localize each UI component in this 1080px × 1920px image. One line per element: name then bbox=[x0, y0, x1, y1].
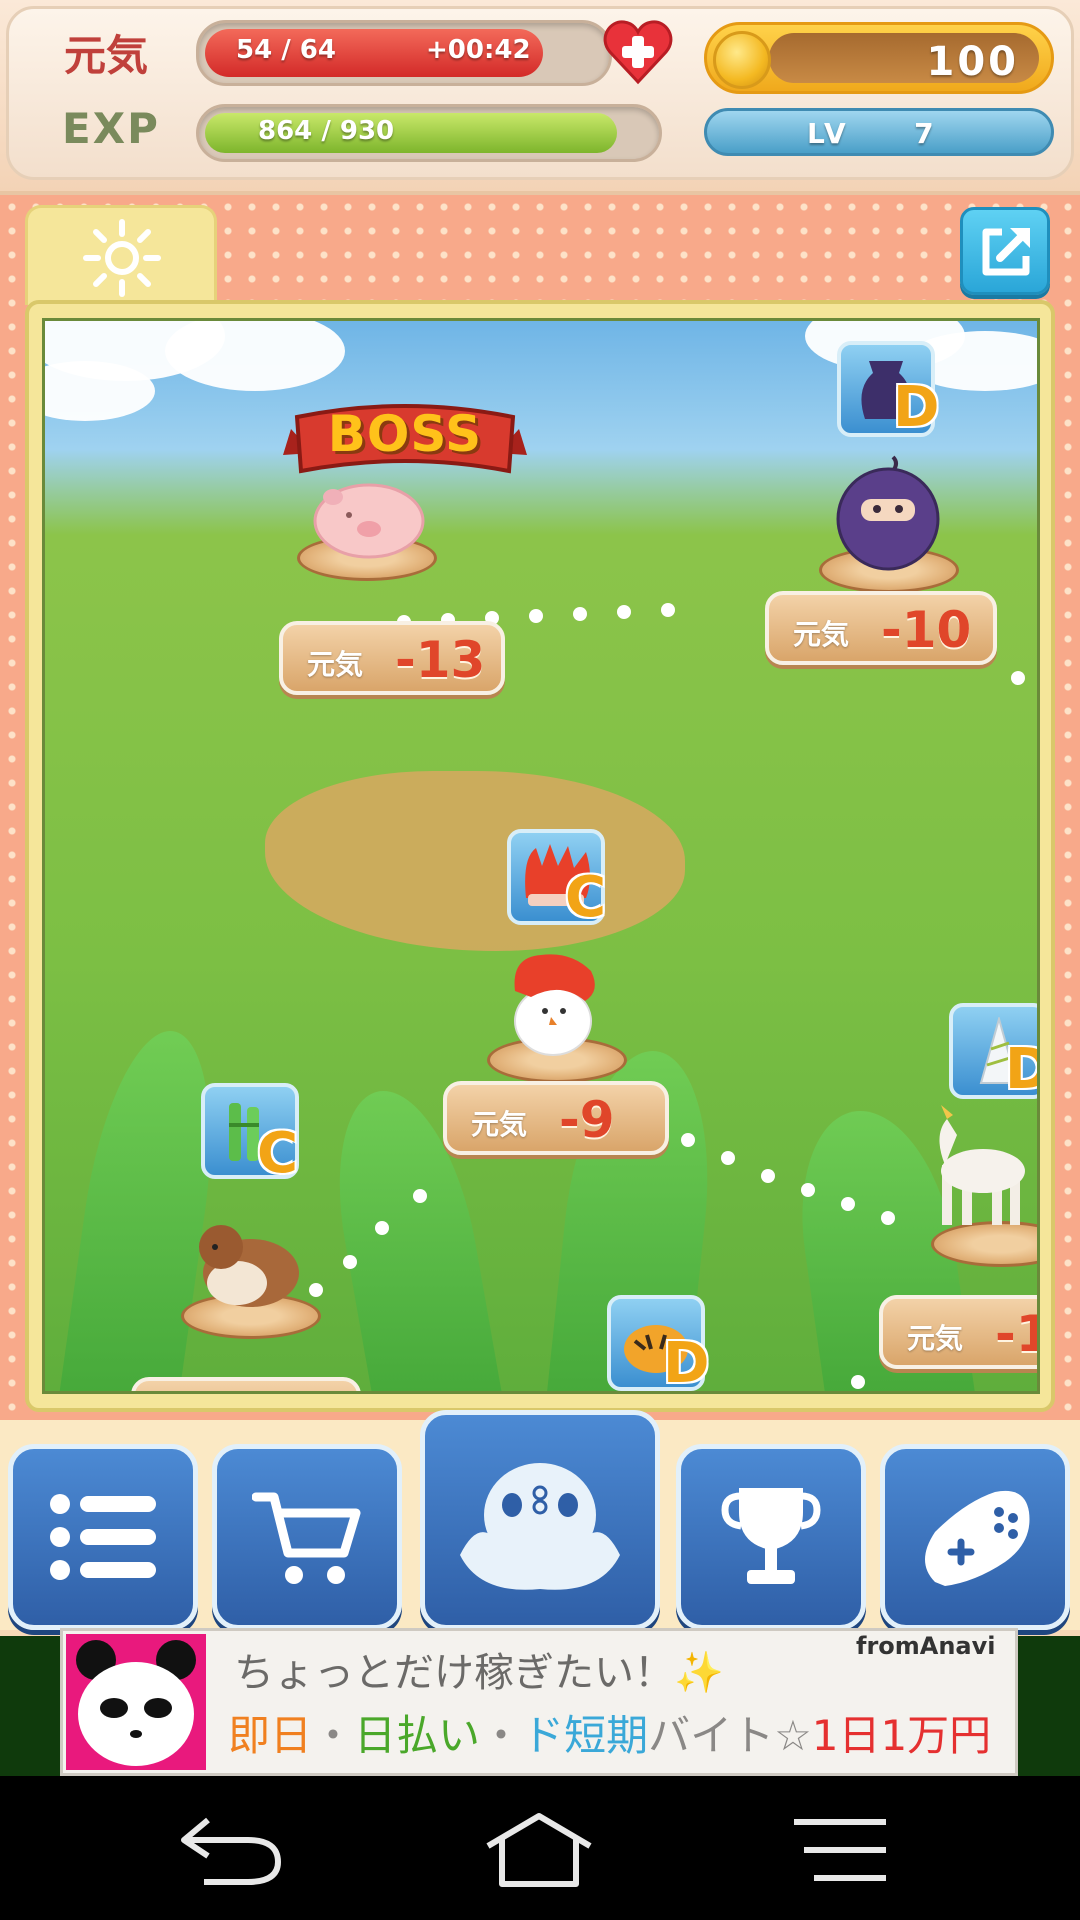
level-value: 7 bbox=[914, 117, 937, 150]
cost-label: 元気 bbox=[907, 1322, 964, 1355]
item-box[interactable]: D bbox=[949, 1003, 1037, 1102]
pig-creature-icon[interactable] bbox=[309, 471, 429, 561]
ad-text-wage: 1日1万円 bbox=[811, 1711, 992, 1760]
menu-list-icon bbox=[50, 1494, 156, 1580]
ad-text-job: バイト☆ bbox=[648, 1711, 812, 1760]
cost-value: -1 bbox=[995, 1305, 1037, 1363]
grade-c: C bbox=[257, 1121, 299, 1186]
path-dot bbox=[1011, 671, 1025, 685]
path-dot bbox=[761, 1169, 775, 1183]
path-dot bbox=[661, 603, 675, 617]
system-back-button[interactable] bbox=[178, 1812, 288, 1888]
coin-icon bbox=[713, 31, 771, 89]
games-button[interactable] bbox=[880, 1444, 1070, 1630]
sun-icon bbox=[83, 219, 161, 297]
shop-button[interactable] bbox=[212, 1444, 402, 1630]
cost-label: 元気 bbox=[471, 1108, 528, 1141]
cost-value: -13 bbox=[395, 631, 486, 689]
trophy-button[interactable] bbox=[676, 1444, 866, 1630]
exp-label: EXP bbox=[62, 104, 160, 153]
ad-panda-image[interactable] bbox=[66, 1634, 206, 1770]
ad-text-sameday: 即日 bbox=[228, 1711, 313, 1760]
level-bar: LV 7 bbox=[704, 108, 1054, 156]
path-dot bbox=[721, 1151, 735, 1165]
grade-d: D bbox=[1005, 1037, 1037, 1102]
weather-tab[interactable] bbox=[25, 205, 217, 305]
exp-value: 864 / 930 bbox=[258, 116, 395, 146]
ad-text-daily-pay: 日払い bbox=[354, 1711, 481, 1760]
shop-cart-icon bbox=[252, 1492, 361, 1584]
cost-label: 元気 bbox=[793, 618, 850, 651]
stage-cost-badge[interactable]: 元気 -10 bbox=[765, 591, 997, 665]
trophy-icon bbox=[721, 1488, 821, 1584]
recent-apps-icon bbox=[794, 1819, 886, 1881]
grade-d: D bbox=[893, 375, 940, 440]
boss-label: BOSS bbox=[327, 405, 483, 463]
ad-headline: ちょっとだけ稼ぎたい！✨ bbox=[234, 1650, 724, 1696]
ad-text-sep: ・ bbox=[312, 1711, 355, 1760]
item-box[interactable]: C bbox=[507, 829, 606, 930]
home-icon bbox=[486, 1813, 592, 1887]
menu-button[interactable] bbox=[8, 1444, 198, 1630]
item-box[interactable]: C bbox=[201, 1083, 299, 1186]
level-text: LV 7 bbox=[807, 117, 937, 150]
path-dot bbox=[343, 1255, 357, 1269]
stage-cost-badge[interactable]: 元気 -1 bbox=[879, 1295, 1037, 1369]
grade-c: C bbox=[565, 865, 607, 930]
chicken-creature-icon[interactable] bbox=[501, 951, 611, 1061]
genki-timer: +00:42 bbox=[426, 35, 531, 65]
cost-value: -10 bbox=[881, 601, 972, 659]
sparrow-creature-icon[interactable] bbox=[191, 1217, 311, 1317]
heart-plus-icon bbox=[603, 20, 673, 85]
panda-icon bbox=[76, 1640, 196, 1766]
system-home-button[interactable] bbox=[484, 1812, 594, 1888]
ad-subline: 即日・日払い・ド短期バイト☆1日1万円 bbox=[228, 1702, 991, 1763]
coin-counter[interactable]: 100 bbox=[704, 22, 1054, 94]
bomb-ninja-creature-icon[interactable] bbox=[833, 453, 943, 573]
dirt-patch bbox=[265, 771, 685, 951]
back-icon bbox=[181, 1817, 282, 1885]
share-button[interactable] bbox=[960, 207, 1050, 295]
heart-plus-button[interactable] bbox=[602, 18, 674, 86]
genki-value: 54 / 64 bbox=[236, 35, 336, 65]
unicorn-creature-icon[interactable] bbox=[927, 1105, 1037, 1235]
ad-brand: fromAnavi bbox=[856, 1632, 996, 1660]
path-dot bbox=[841, 1197, 855, 1211]
share-icon bbox=[982, 228, 1030, 276]
home-button[interactable] bbox=[420, 1410, 660, 1630]
path-dot bbox=[375, 1221, 389, 1235]
system-recent-button[interactable] bbox=[790, 1812, 900, 1888]
gamepad-icon bbox=[925, 1490, 1030, 1586]
path-dot bbox=[573, 607, 587, 621]
path-dot bbox=[681, 1133, 695, 1147]
item-box[interactable]: D bbox=[837, 341, 939, 440]
path-dot bbox=[529, 609, 543, 623]
home-creature-icon bbox=[460, 1463, 620, 1590]
ad-text-sep: ・ bbox=[480, 1711, 523, 1760]
cost-label: 元気 bbox=[307, 648, 364, 681]
stage-cost-badge[interactable]: 元気 -13 bbox=[279, 621, 505, 695]
path-dot bbox=[851, 1375, 865, 1389]
stage-cost-badge-partial[interactable] bbox=[131, 1377, 361, 1391]
stage-map: BOSS 元気 -13 D 元気 -10 C 元気 -9 C 元気 - D bbox=[42, 318, 1040, 1394]
cost-value: -9 bbox=[559, 1091, 615, 1149]
grade-d: D bbox=[663, 1331, 710, 1394]
stage-cost-badge[interactable]: 元気 -9 bbox=[443, 1081, 669, 1155]
level-label: LV bbox=[807, 117, 849, 150]
path-dot bbox=[617, 605, 631, 619]
ad-text-shortterm: ド短期 bbox=[522, 1711, 649, 1760]
coin-value: 100 bbox=[926, 39, 1019, 85]
cloud bbox=[165, 321, 345, 391]
path-dot bbox=[413, 1189, 427, 1203]
path-dot bbox=[881, 1211, 895, 1225]
item-box[interactable]: D bbox=[607, 1295, 709, 1391]
path-dot bbox=[801, 1183, 815, 1197]
genki-label: 元気 bbox=[64, 31, 149, 80]
